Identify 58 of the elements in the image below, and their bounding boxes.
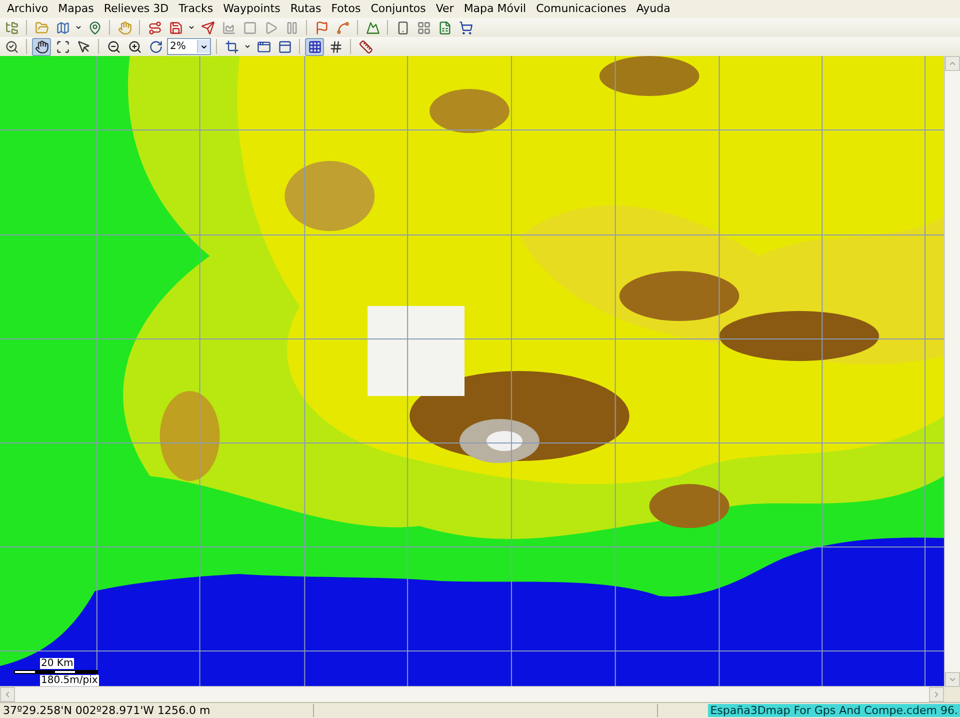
hand-icon — [118, 20, 132, 34]
cart-icon — [458, 20, 472, 34]
vertical-scrollbar[interactable] — [944, 56, 960, 687]
menu-item[interactable]: Comunicaciones — [531, 0, 632, 18]
grid-icon — [308, 40, 322, 54]
phone-icon — [396, 20, 410, 34]
grid-icon — [416, 20, 430, 34]
rotate-icon — [148, 40, 162, 54]
map-file-name: España3Dmap For Gps And Compe.cdem 96. — [708, 704, 960, 717]
menu-item[interactable]: Ayuda — [631, 0, 676, 18]
toolbar-button[interactable] — [32, 38, 51, 56]
map-icon — [56, 20, 70, 34]
crop-icon — [224, 40, 238, 54]
ruler-icon — [358, 40, 372, 54]
play-icon — [264, 20, 278, 34]
folder-icon — [34, 20, 48, 34]
menu-item[interactable]: Tracks — [174, 0, 218, 18]
mountain-icon — [366, 20, 380, 34]
map-pin-icon — [88, 20, 102, 34]
caret-icon — [75, 24, 82, 31]
menu-item[interactable]: Relieves 3D — [98, 0, 174, 18]
route-icon — [148, 20, 162, 34]
zoom-combo[interactable]: 2% — [167, 38, 211, 55]
menu-item[interactable]: Archivo — [2, 0, 54, 18]
zoom-area-icon — [56, 40, 70, 54]
flag-icon — [314, 20, 328, 34]
send-icon — [200, 20, 214, 34]
zoom-in-icon — [128, 40, 142, 54]
caret-icon — [200, 42, 208, 50]
scale-bar-icon — [14, 669, 98, 675]
toolbar-button[interactable] — [305, 38, 324, 56]
menu-item[interactable]: Waypoints — [218, 0, 286, 18]
spreadsheet-icon — [438, 20, 452, 34]
chart-icon — [222, 20, 236, 34]
menu-item[interactable]: Rutas — [285, 0, 326, 18]
coordinates-text: 37º29.258'N 002º28.971'W 1256.0 m — [2, 704, 212, 717]
pointer-icon — [76, 40, 90, 54]
folder-tree-icon — [4, 20, 18, 34]
zoom-icon — [4, 40, 18, 54]
menu-item[interactable]: Mapa Móvil — [458, 0, 532, 18]
horizontal-scrollbar[interactable] — [0, 686, 944, 702]
caret-icon — [188, 24, 195, 31]
menu-item[interactable]: Ver — [430, 0, 459, 18]
menu-item[interactable]: Fotos — [326, 0, 366, 18]
menu-item[interactable]: Conjuntos — [366, 0, 431, 18]
pause-icon — [284, 20, 298, 34]
stop-icon — [242, 20, 256, 34]
scale-distance: 20 Km — [40, 658, 74, 669]
scale-resolution: 180.5m/pix — [40, 675, 99, 686]
caret-icon — [244, 43, 251, 50]
spline-icon — [336, 20, 350, 34]
hand-icon — [34, 40, 48, 54]
panel-icon — [278, 40, 292, 54]
hash-icon — [328, 40, 342, 54]
zoom-out-icon — [106, 40, 120, 54]
save-icon — [168, 20, 182, 34]
window-icon — [256, 40, 270, 54]
menu-item[interactable]: Mapas — [53, 0, 99, 18]
